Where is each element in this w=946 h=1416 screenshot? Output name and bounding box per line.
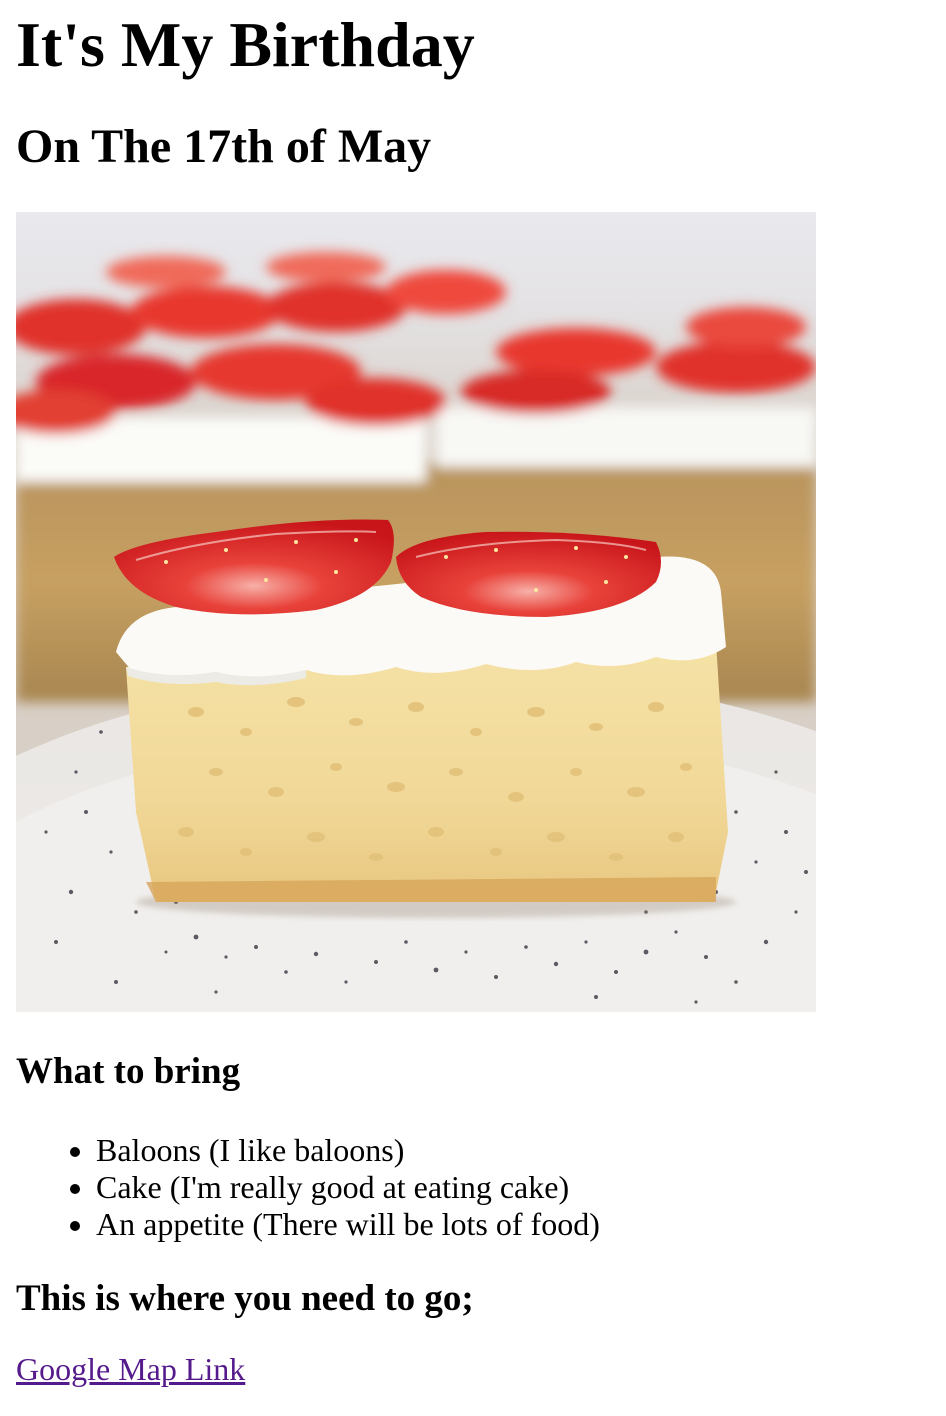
cake-image	[16, 212, 816, 1012]
bring-heading: What to bring	[16, 1051, 241, 1092]
list-item: An appetite (There will be lots of food)	[96, 1206, 930, 1243]
page-subtitle: On The 17th of May	[16, 120, 432, 173]
where-heading: This is where you need to go;	[16, 1278, 474, 1319]
list-item: Cake (I'm really good at eating cake)	[96, 1169, 930, 1206]
page-title: It's My Birthday	[16, 9, 475, 80]
list-item: Baloons (I like baloons)	[96, 1132, 930, 1169]
google-map-link[interactable]: Google Map Link	[16, 1351, 245, 1387]
bring-list: Baloons (I like baloons) Cake (I'm reall…	[16, 1132, 930, 1243]
link-paragraph: Google Map Link	[16, 1351, 930, 1388]
